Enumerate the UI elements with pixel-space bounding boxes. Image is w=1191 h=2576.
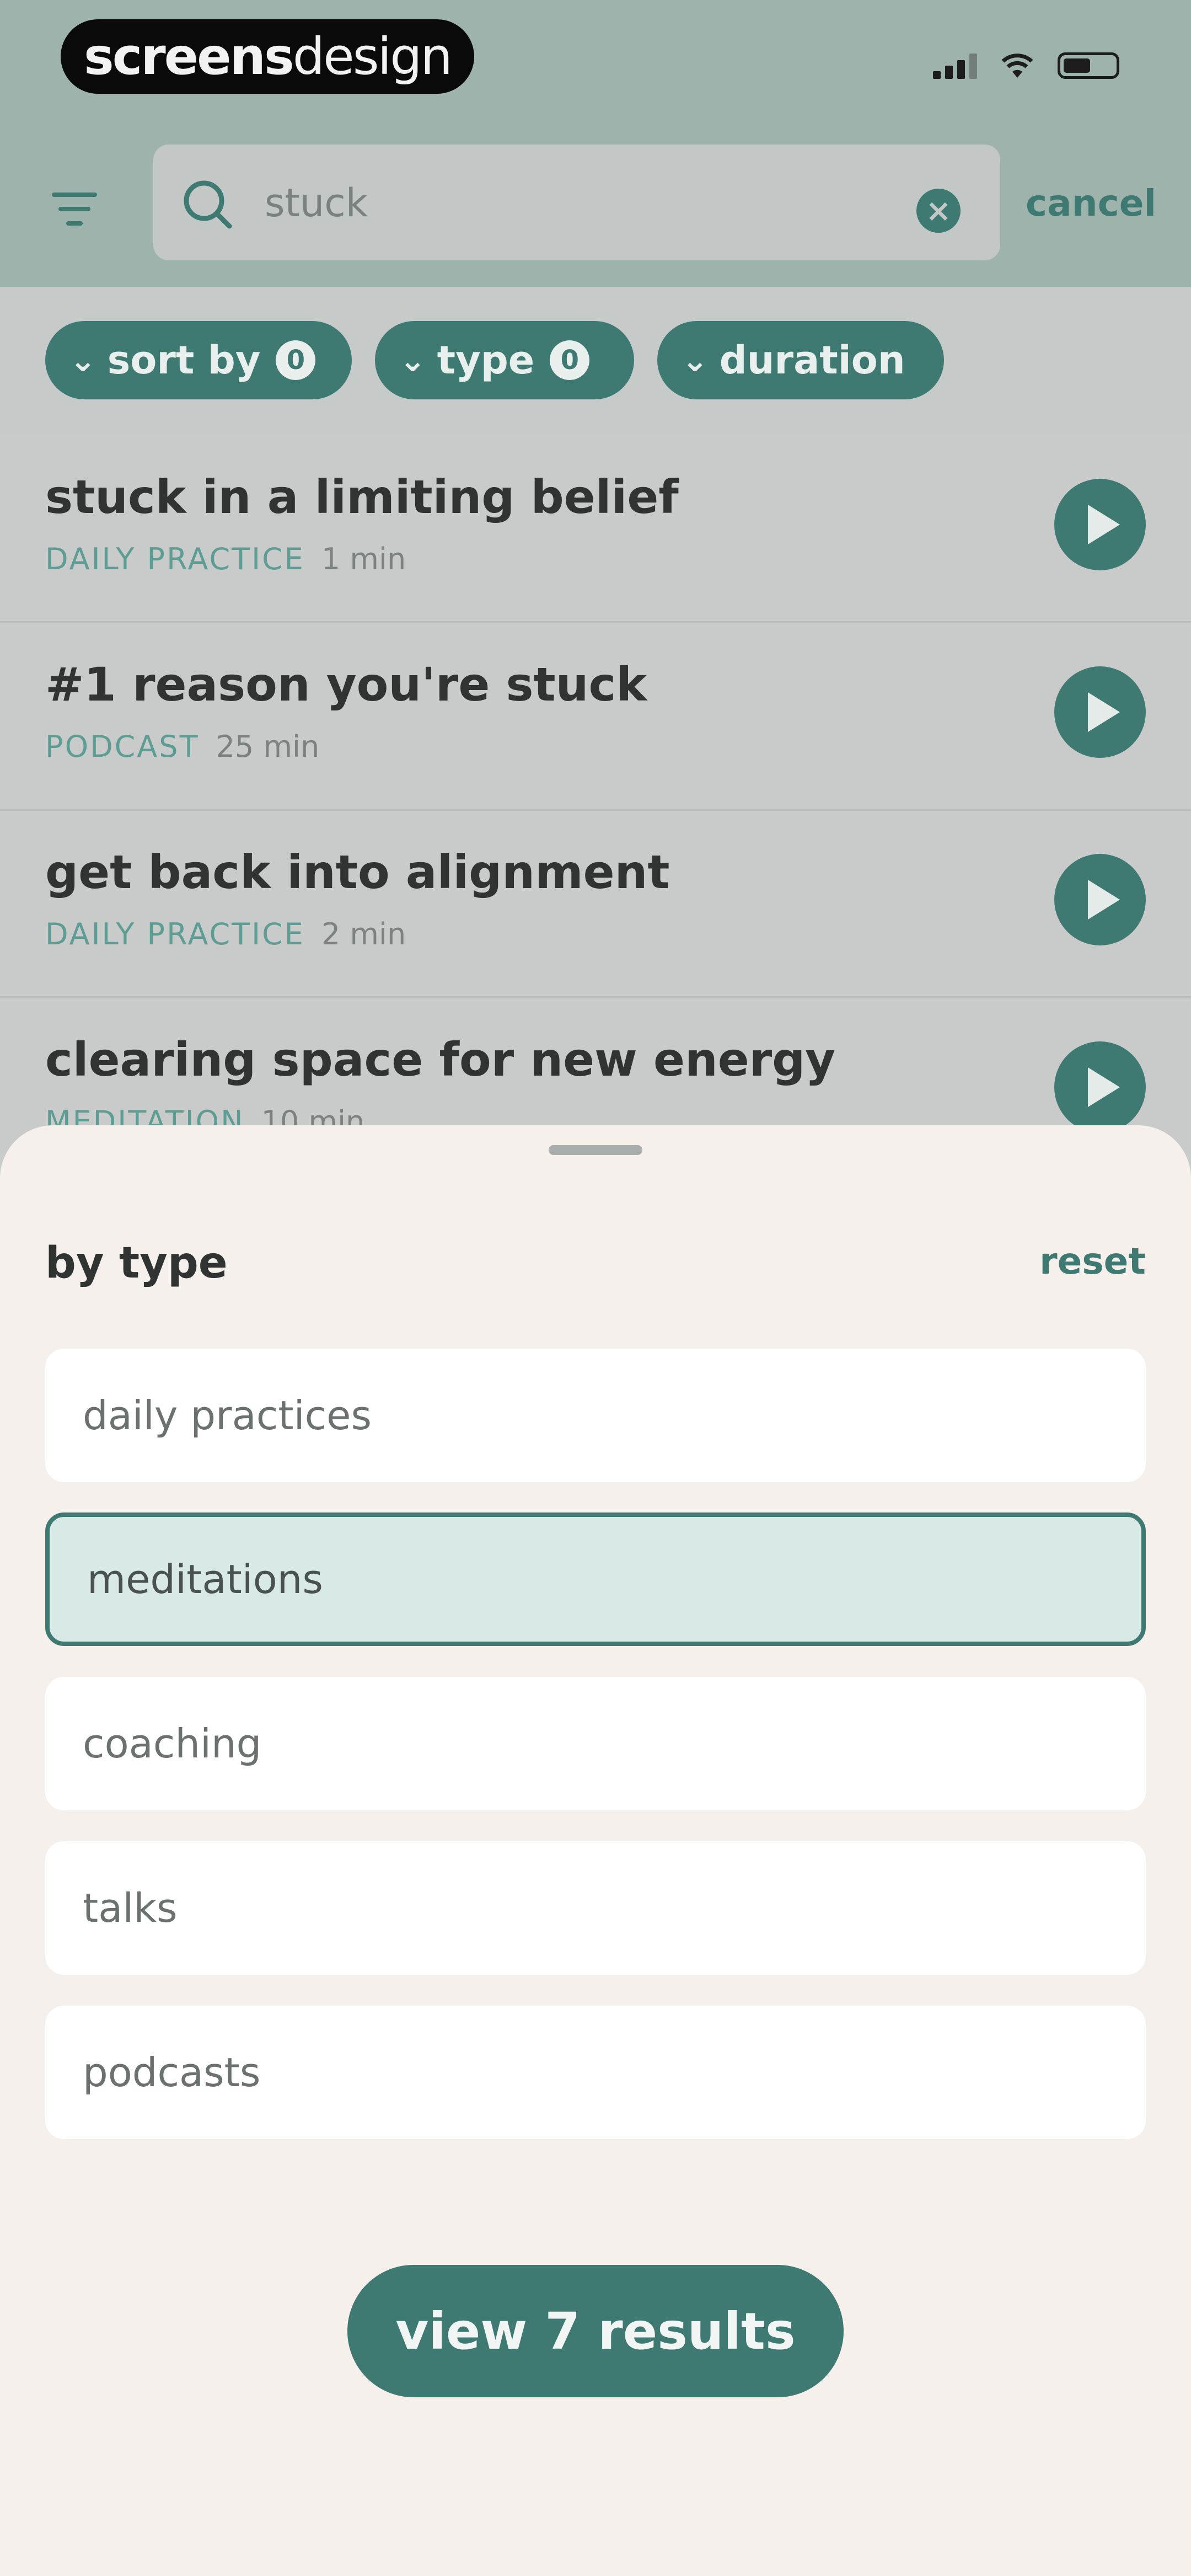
type-option-talks[interactable]: talks [45,1841,1146,1975]
play-icon[interactable] [1054,854,1146,945]
filter-chips: ⌄ sort by 0 ⌄ type 0 ⌄ duration [0,287,1191,436]
play-icon[interactable] [1054,1041,1146,1133]
type-option-coaching[interactable]: coaching [45,1677,1146,1810]
result-type: DAILY PRACTICE [45,917,305,952]
search-icon [184,180,232,229]
play-icon[interactable] [1054,479,1146,570]
cellular-signal-icon [933,54,977,79]
chip-label: duration [719,338,905,383]
filter-bottom-sheet: by type reset daily practices meditation… [0,1125,1191,2576]
reset-button[interactable]: reset [1039,1240,1146,1282]
type-option-podcasts[interactable]: podcasts [45,2006,1146,2139]
view-results-button[interactable]: view 7 results [347,2265,844,2397]
result-duration: 1 min [321,542,406,576]
brand-bold-text: screens [84,27,294,86]
search-input[interactable] [264,175,927,231]
result-duration: 25 min [216,729,320,764]
status-icons [933,52,1119,79]
sheet-grabber-handle[interactable] [549,1145,642,1155]
status-bar: screens design [0,0,1191,132]
result-row[interactable]: #1 reason you're stuck PODCAST 25 min [0,623,1191,811]
filter-icon[interactable] [50,185,99,234]
result-meta: DAILY PRACTICE 1 min [45,542,406,576]
result-duration: 2 min [321,917,406,952]
brand-logo: screens design [61,19,474,94]
brand-light-text: design [292,27,453,86]
chevron-down-icon: ⌄ [399,341,426,379]
cancel-button[interactable]: cancel [1026,182,1156,225]
type-chip[interactable]: ⌄ type 0 [375,321,634,399]
result-meta: PODCAST 25 min [45,729,319,764]
clear-search-icon[interactable]: × [916,189,961,233]
result-row[interactable]: get back into alignment DAILY PRACTICE 2 … [0,811,1191,998]
wifi-icon [1001,54,1033,78]
result-row[interactable]: stuck in a limiting belief DAILY PRACTIC… [0,436,1191,623]
search-header: × cancel [0,132,1191,287]
result-type: PODCAST [45,729,200,764]
play-icon[interactable] [1054,666,1146,758]
chip-label: sort by [107,338,261,383]
sort-by-chip[interactable]: ⌄ sort by 0 [45,321,352,399]
chip-badge: 0 [276,340,316,380]
result-title: #1 reason you're stuck [45,658,647,712]
result-title: clearing space for new energy [45,1033,836,1087]
chip-label: type [437,338,535,383]
battery-icon [1058,52,1119,79]
chevron-down-icon: ⌄ [69,341,96,379]
type-option-meditations[interactable]: meditations [45,1513,1146,1646]
result-title: get back into alignment [45,845,670,899]
results-list: stuck in a limiting belief DAILY PRACTIC… [0,436,1191,1186]
result-meta: DAILY PRACTICE 2 min [45,917,406,952]
type-option-daily-practices[interactable]: daily practices [45,1349,1146,1482]
search-box[interactable]: × [153,145,1000,260]
sheet-title: by type [45,1238,228,1288]
duration-chip[interactable]: ⌄ duration [657,321,944,399]
chip-badge: 0 [550,340,590,380]
chevron-down-icon: ⌄ [682,341,709,379]
result-type: DAILY PRACTICE [45,542,305,576]
result-title: stuck in a limiting belief [45,470,679,524]
